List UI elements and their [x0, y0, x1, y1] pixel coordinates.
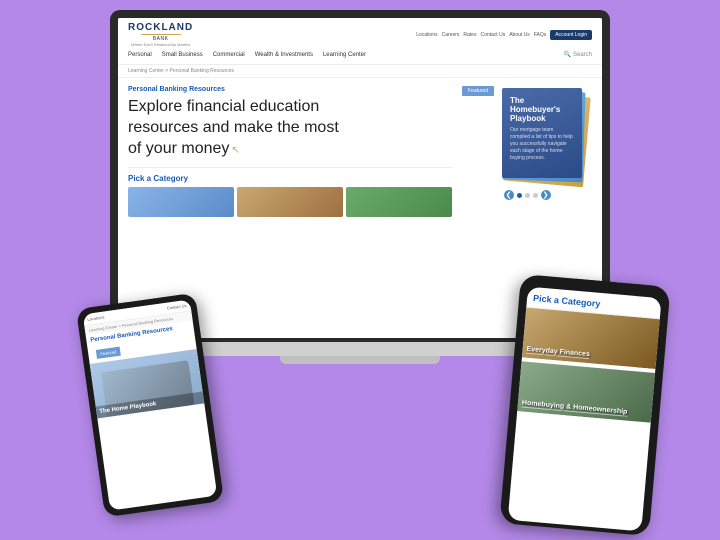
category-image-3[interactable]	[346, 187, 452, 217]
site-left: Personal Banking Resources Explore finan…	[128, 86, 452, 217]
phone-right-cat-img-1	[522, 308, 660, 369]
phone-right-category-1[interactable]: Everyday Finances	[522, 308, 660, 369]
hero-line2: resources and make the most	[128, 119, 339, 136]
hero-text: Explore financial education resources an…	[128, 97, 452, 159]
phone-locations-link[interactable]: Locations	[87, 315, 105, 322]
book-title: The Homebuyer's Playbook	[510, 96, 574, 123]
hero-line1: Explore financial education	[128, 98, 319, 115]
nav-wealth[interactable]: Wealth & Investments	[255, 52, 313, 58]
link-careers[interactable]: Careers	[442, 32, 460, 38]
nav-small-business[interactable]: Small Business	[162, 52, 203, 58]
phone-right: Pick a Category Everyday Finances Homebu…	[499, 274, 670, 536]
carousel-prev-button[interactable]: ❮	[504, 190, 514, 200]
breadcrumb: Learning Center > Personal Banking Resou…	[118, 65, 602, 78]
category-image-1[interactable]	[128, 187, 234, 217]
category-image-2[interactable]	[237, 187, 343, 217]
laptop-stand	[280, 356, 440, 364]
cursor-arrow-icon: ↖	[231, 144, 239, 157]
site-main: Personal Banking Resources Explore finan…	[118, 78, 602, 225]
phone-right-cat-img-2	[517, 361, 655, 422]
book-front[interactable]: The Homebuyer's Playbook Our mortgage te…	[502, 88, 582, 178]
site-header-top: ROCKLAND BANK Where Each Relationship Ma…	[128, 22, 592, 47]
category-images	[128, 187, 452, 217]
link-rates[interactable]: Rates	[463, 32, 476, 38]
phone-right-category-2[interactable]: Homebuying & Homeownership	[517, 359, 655, 422]
logo-name: ROCKLAND	[128, 22, 193, 33]
carousel-dots: ❮ ❯	[462, 190, 592, 200]
site-header: ROCKLAND BANK Where Each Relationship Ma…	[118, 18, 602, 65]
phone-left-screen: Locations Contact Us Learning Center > P…	[83, 299, 218, 510]
pick-category-section: Pick a Category	[128, 167, 452, 217]
nav-bar: Personal Small Business Commercial Wealt…	[128, 49, 592, 60]
logo-area: ROCKLAND BANK Where Each Relationship Ma…	[128, 22, 193, 47]
logo-line	[141, 34, 181, 35]
nav-commercial[interactable]: Commercial	[213, 52, 245, 58]
pick-category-title: Pick a Category	[128, 174, 452, 183]
hero-line3: of your money	[128, 140, 229, 157]
section-title: Personal Banking Resources	[128, 86, 452, 93]
phone-right-screen: Pick a Category Everyday Finances Homebu…	[508, 287, 662, 532]
featured-book-stack: The Homebuyer's Playbook Our mortgage te…	[462, 86, 592, 186]
link-contact[interactable]: Contact Us	[480, 32, 505, 38]
nav-learning[interactable]: Learning Center	[323, 52, 366, 58]
carousel-next-button[interactable]: ❯	[541, 190, 551, 200]
phone-contact-link[interactable]: Contact Us	[167, 303, 187, 311]
dot-2[interactable]	[525, 193, 530, 198]
header-top-links: Locations Careers Rates Contact Us About…	[416, 30, 592, 40]
logo-tagline: Where Each Relationship Matters	[131, 42, 191, 47]
book-desc: Our mortgage team compiled a list of tip…	[510, 127, 574, 162]
search-icon[interactable]: 🔍 Search	[564, 51, 592, 58]
nav-personal[interactable]: Personal	[128, 52, 152, 58]
phone-left-featured-tag: Featured	[96, 347, 121, 359]
account-login-button[interactable]: Account Login	[550, 30, 592, 40]
link-about[interactable]: About Us	[509, 32, 530, 38]
featured-tag: Featured	[462, 86, 494, 96]
link-locations[interactable]: Locations	[416, 32, 437, 38]
link-faqs[interactable]: FAQs	[534, 32, 547, 38]
featured-card: Featured The Homebuyer's Playbook Our mo…	[462, 86, 592, 217]
dot-3[interactable]	[533, 193, 538, 198]
dot-1[interactable]	[517, 193, 522, 198]
